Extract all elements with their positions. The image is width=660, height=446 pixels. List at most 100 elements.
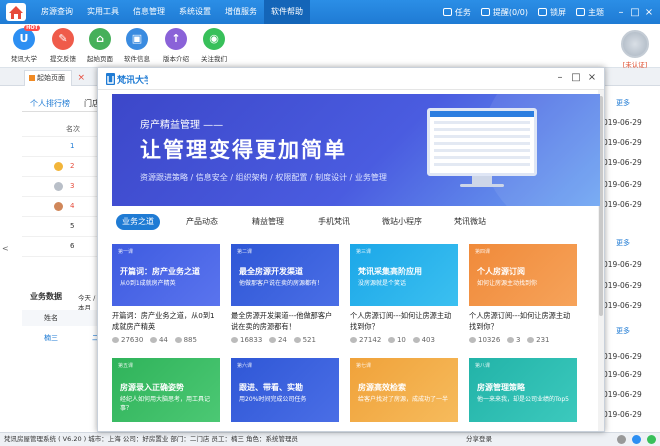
task-button[interactable]: 任务 [442,7,471,18]
course-thumbnail[interactable]: 第三课 梵讯采集高阶应用 没房源就是个笑话 [350,244,458,306]
table-row[interactable]: 4 [22,196,102,216]
table-row[interactable]: 2 [22,156,102,176]
remind-label: 提醒(0/0) [492,7,528,17]
course-thumbnail[interactable]: 第一课 开篇词：房产业务之道 从0到1成就房产精英 [112,244,220,306]
tab-mobile-fanxun[interactable]: 手机梵讯 [318,214,350,230]
maximize-icon[interactable]: □ [568,70,584,86]
business-data-title: 业务数据 [30,292,62,301]
settings-icon[interactable] [617,435,626,444]
date-cell: 019-06-29 [603,118,642,127]
collapse-sidebar-icon[interactable]: < [2,244,9,253]
monitor-row [434,128,530,131]
course-thumb-subtitle: 他做那客户说在卖的房源都有！ [239,280,324,287]
eye-icon [469,337,476,343]
title-bar: 房源查询 实用工具 信息管理 系统设置 增值服务 软件帮助 任务 提醒(0/0)… [0,0,660,24]
more-link[interactable]: 更多 [616,98,630,108]
tool-fanxun-university[interactable]: U HOT 梵讯大学 [4,25,44,63]
tab-personal-rank[interactable]: 个人排行榜 [30,98,70,109]
course-title[interactable]: 开篇词：房产业务之道，从0到1成就房产精英 [112,310,220,332]
tool-software-info[interactable]: ▣ 软件信息 [117,28,157,63]
course-stats: 10326 3 231 [469,336,550,344]
business-table-header: 姓名 [22,310,102,326]
close-tab-icon[interactable]: × [77,71,85,85]
medal-icon [621,30,649,58]
minimize-icon[interactable]: – [552,70,568,86]
lock-icon [538,8,547,16]
course-thumbnail[interactable]: 第七课 房源高效检索 给客户找对了房源，成成功了一半 [350,358,458,422]
monitor-header-bar [430,111,534,117]
theme-button[interactable]: 主题 [576,7,604,18]
course-lesson-tag: 第三课 [356,249,372,255]
monitor-row [434,121,530,124]
tab-mini-program[interactable]: 微站小程序 [382,214,422,230]
business-data-header: 业务数据 今天 / 本月 [22,290,102,312]
tab-home-page[interactable]: 起始页面 × [24,70,85,86]
close-icon[interactable]: × [642,7,656,18]
menu-help[interactable]: 软件帮助 [264,0,310,24]
theme-label: 主题 [588,7,604,17]
lock-button[interactable]: 锁屏 [538,7,566,18]
tab-business-way[interactable]: 业务之道 [116,214,160,230]
tool-label: 版本介绍 [163,55,189,63]
table-row[interactable]: 3 [22,176,102,196]
tab-fanxun-microsite[interactable]: 梵讯微站 [454,214,486,230]
info-icon: ▣ [126,28,148,50]
course-thumb-title: 个人房源订阅 [477,267,525,276]
silver-medal-icon [54,182,63,191]
menu-info-manage[interactable]: 信息管理 [126,0,172,24]
course-title[interactable]: 个人房源订阅---如何让房源主动找到你？ [469,310,577,332]
tool-version-intro[interactable]: ↑ 版本介绍 [156,28,196,63]
home-icon: ⌂ [89,28,111,50]
like-count: 24 [277,336,287,344]
course-thumb-subtitle: 用20%时间完成公司任务 [239,396,307,403]
more-link[interactable]: 更多 [616,238,630,248]
course-thumb-title: 开篇词：房产业务之道 [120,267,200,276]
status-icons [611,435,656,444]
table-row[interactable]: 6 [22,236,102,256]
course-stats: 16833 24 521 [231,336,316,344]
remind-button[interactable]: 提醒(0/0) [480,7,528,18]
table-row[interactable]: 1 [22,136,102,156]
course-stats: 27630 44 885 [112,336,197,344]
tool-home-page[interactable]: ⌂ 起始页面 [80,28,120,63]
monitor-row [434,135,530,138]
close-icon[interactable]: × [584,70,600,86]
course-thumbnail[interactable]: 第二课 最全房源开发渠道 他做那客户说在卖的房源都有！ [231,244,339,306]
fanxun-university-logo-icon: 梵讯大学 [106,73,148,86]
view-count: 16833 [240,336,263,344]
share-count: 231 [536,336,550,344]
course-lesson-tag: 第四课 [475,249,491,255]
promo-banner[interactable]: 房产精益管理 —— 让管理变得更加简单 资源跟进策略 / 信息安全 / 组织架构… [112,94,600,206]
view-count: 10326 [478,336,501,344]
course-title[interactable]: 个人房源订阅---如何让房源主动找到你？ [350,310,458,332]
tab-lean-management[interactable]: 精益管理 [252,214,284,230]
certification-badge[interactable]: [未认证] [614,30,656,69]
course-thumbnail[interactable]: 第五课 房源录入正确姿势 经纪人如何用大脑思考，用工具记事？ [112,358,220,422]
network-icon[interactable] [632,435,641,444]
menu-settings[interactable]: 系统设置 [172,0,218,24]
tab-product-news[interactable]: 产品动态 [186,214,218,230]
course-thumb-subtitle: 从0到1成就房产精英 [120,280,176,287]
course-thumb-subtitle: 经纪人如何用大脑思考，用工具记事？ [120,396,211,412]
menu-tools[interactable]: 实用工具 [80,0,126,24]
menu-listing-query[interactable]: 房源查询 [34,0,80,24]
status-bar: 梵讯房屋管理系统 ( V6.20 ) 城市：上海 公司：好房置业 部门：二门店 … [0,432,660,446]
table-row[interactable]: 5 [22,216,102,236]
course-thumbnail[interactable]: 第六课 跟进、带看、实勘 用20%时间完成公司任务 [231,358,339,422]
bell-icon [480,8,490,16]
course-title[interactable]: 最全房源开发渠道---他做那客户说在卖的房源都有！ [231,310,339,332]
course-thumb-title: 房源录入正确姿势 [120,383,184,392]
tool-follow-us[interactable]: ◉ 关注我们 [194,28,234,63]
tool-feedback[interactable]: ✎ 提交反馈 [43,28,83,63]
course-thumbnail[interactable]: 第八课 房源管理策略 他一来来我，却是公司业绩的Top5 [469,358,577,422]
minimize-icon[interactable]: – [614,7,628,18]
employee-name[interactable]: 楠三 [44,333,58,343]
theme-icon [576,8,585,16]
menu-value-added[interactable]: 增值服务 [218,0,264,24]
course-lesson-tag: 第一课 [118,249,134,255]
course-lesson-tag: 第七课 [356,363,372,369]
maximize-icon[interactable]: □ [628,7,642,18]
more-link[interactable]: 更多 [616,326,630,336]
course-thumbnail[interactable]: 第四课 个人房源订阅 如何让房源主动找到你 [469,244,577,306]
date-cell: 019-06-29 [603,370,642,379]
